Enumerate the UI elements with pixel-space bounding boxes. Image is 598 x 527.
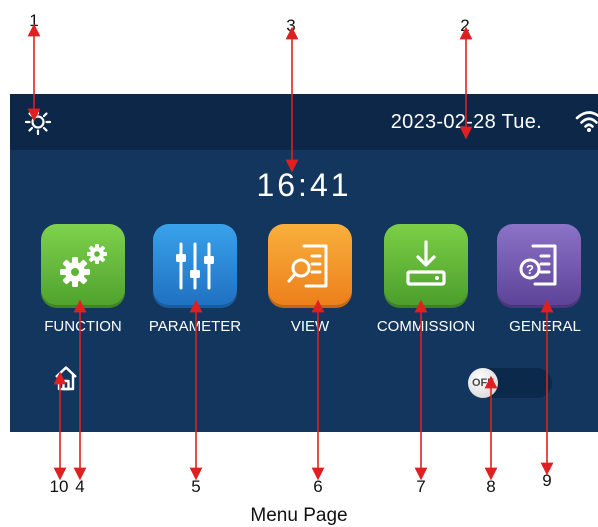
callout-arrows	[27, 23, 554, 481]
figure-caption: Menu Page	[250, 505, 348, 526]
